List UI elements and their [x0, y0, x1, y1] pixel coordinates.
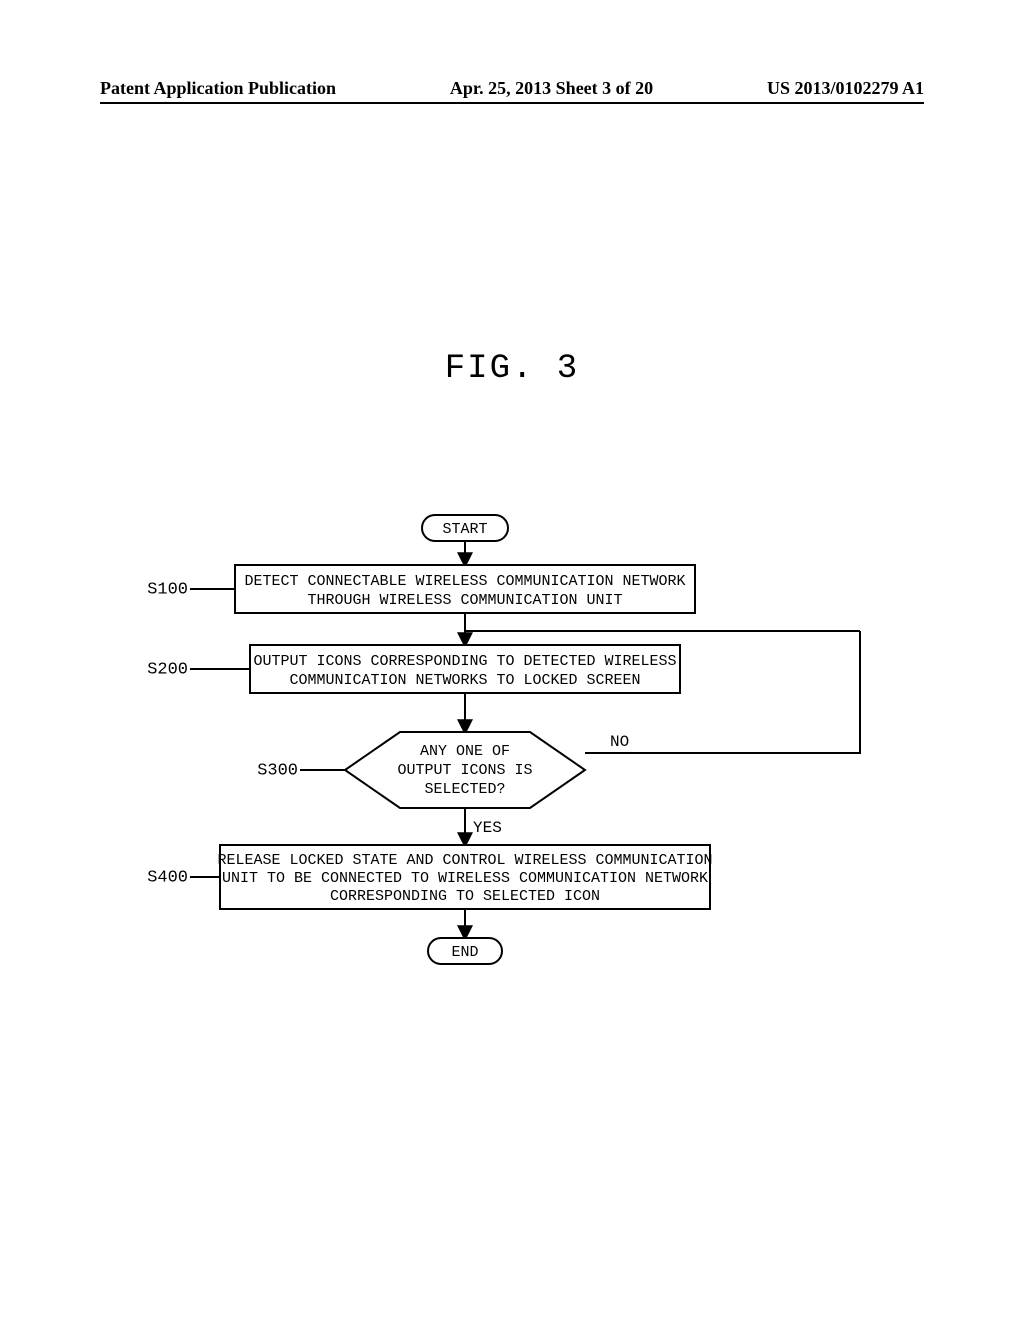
- start-label: START: [442, 521, 487, 538]
- s400-label: S400: [147, 868, 188, 887]
- s300-line3: SELECTED?: [424, 781, 505, 798]
- s300-line1: ANY ONE OF: [420, 743, 510, 760]
- end-node: END: [428, 938, 502, 964]
- s100-line1: DETECT CONNECTABLE WIRELESS COMMUNICATIO…: [244, 573, 685, 590]
- process-s200: OUTPUT ICONS CORRESPONDING TO DETECTED W…: [250, 645, 680, 693]
- s100-label: S100: [147, 580, 188, 599]
- s400-line1: RELEASE LOCKED STATE AND CONTROL WIRELES…: [217, 852, 712, 869]
- page-header: Patent Application Publication Apr. 25, …: [100, 78, 924, 99]
- end-label: END: [451, 944, 478, 961]
- flowchart: START DETECT CONNECTABLE WIRELESS COMMUN…: [140, 510, 900, 1010]
- s400-line3: CORRESPONDING TO SELECTED ICON: [330, 888, 600, 905]
- s200-label: S200: [147, 660, 188, 679]
- s200-line2: COMMUNICATION NETWORKS TO LOCKED SCREEN: [289, 672, 640, 689]
- header-rule: [100, 102, 924, 104]
- edge-no: NO: [610, 733, 629, 751]
- figure-title: FIG. 3: [0, 350, 1024, 388]
- s300-label: S300: [257, 761, 298, 780]
- s300-line2: OUTPUT ICONS IS: [397, 762, 532, 779]
- page: Patent Application Publication Apr. 25, …: [0, 0, 1024, 1320]
- process-s400: RELEASE LOCKED STATE AND CONTROL WIRELES…: [217, 845, 712, 909]
- header-pub-type: Patent Application Publication: [100, 78, 336, 99]
- s100-line2: THROUGH WIRELESS COMMUNICATION UNIT: [307, 592, 622, 609]
- header-pub-number: US 2013/0102279 A1: [767, 78, 924, 99]
- start-node: START: [422, 515, 508, 541]
- decision-s300: ANY ONE OF OUTPUT ICONS IS SELECTED?: [345, 732, 585, 808]
- header-date-sheet: Apr. 25, 2013 Sheet 3 of 20: [450, 78, 653, 99]
- s400-line2: UNIT TO BE CONNECTED TO WIRELESS COMMUNI…: [222, 870, 708, 887]
- edge-yes: YES: [473, 819, 502, 837]
- process-s100: DETECT CONNECTABLE WIRELESS COMMUNICATIO…: [235, 565, 695, 613]
- s200-line1: OUTPUT ICONS CORRESPONDING TO DETECTED W…: [253, 653, 676, 670]
